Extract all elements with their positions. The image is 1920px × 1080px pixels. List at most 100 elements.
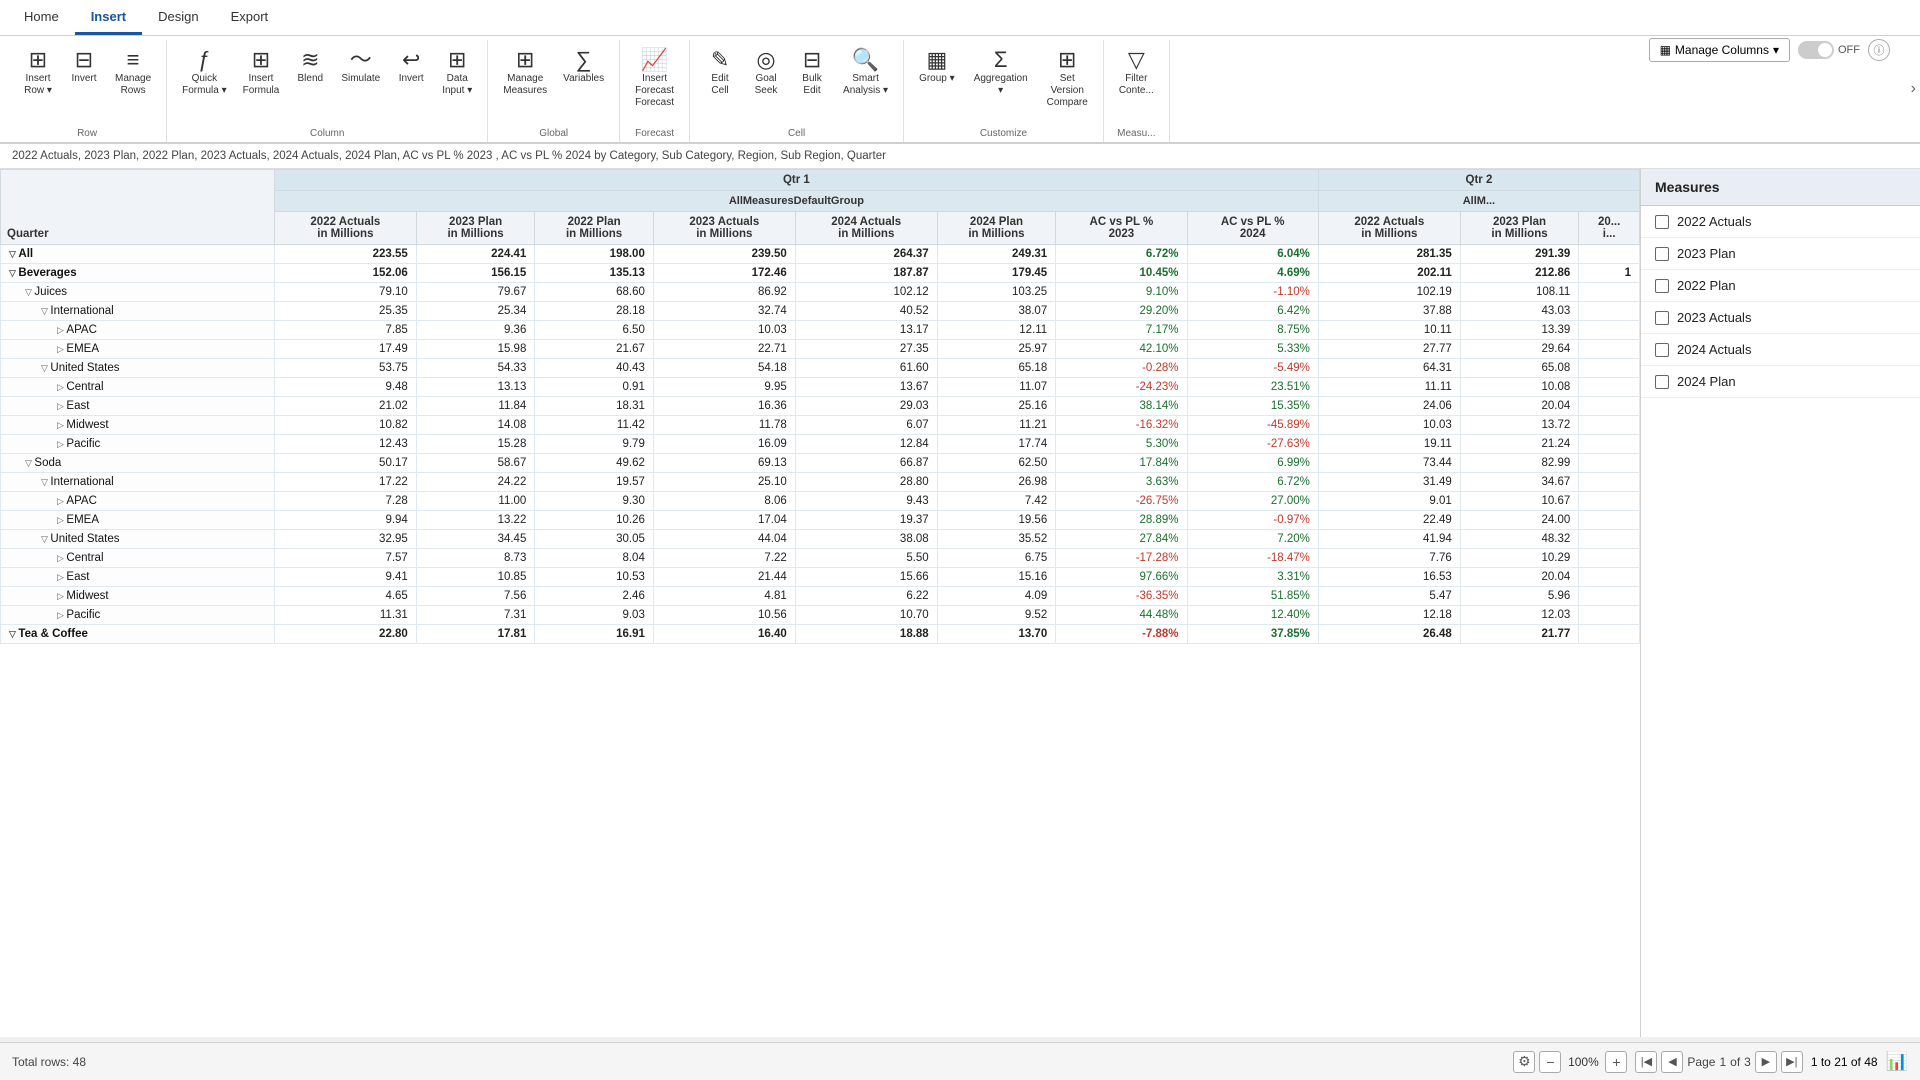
cell-value: 29.20% <box>1056 302 1187 321</box>
zoom-out-btn[interactable]: − <box>1539 1051 1561 1073</box>
cell-value: -45.89% <box>1187 416 1318 435</box>
measure-checkbox[interactable] <box>1655 247 1669 261</box>
page-total: 3 <box>1744 1055 1751 1069</box>
cell-value: 44.48% <box>1056 606 1187 625</box>
cell-value: 25.10 <box>653 473 795 492</box>
table-row: ▷ Midwest4.657.562.464.816.224.09-36.35%… <box>1 587 1640 606</box>
first-page-btn[interactable]: |◀ <box>1635 1051 1657 1073</box>
row-label: ▷ Pacific <box>1 606 275 625</box>
manage-measures-btn[interactable]: ⊞ ManageMeasures <box>496 44 554 102</box>
cell-value: 38.14% <box>1056 397 1187 416</box>
cell-value: 10.82 <box>274 416 416 435</box>
cell-value: 224.41 <box>416 245 535 264</box>
last-page-btn[interactable]: ▶| <box>1781 1051 1803 1073</box>
measure-checkbox[interactable] <box>1655 311 1669 325</box>
cell-value: 21.67 <box>535 340 654 359</box>
manage-rows-btn[interactable]: ≡ ManageRows <box>108 44 158 102</box>
zoom-control: ⚙ − 100% + <box>1513 1051 1627 1073</box>
cell-value: 19.57 <box>535 473 654 492</box>
blend-btn[interactable]: ≋ Blend <box>288 44 332 90</box>
table-row: ▷ Central9.4813.130.919.9513.6711.07-24.… <box>1 378 1640 397</box>
cell-value: 30.05 <box>535 530 654 549</box>
quick-formula-btn[interactable]: ƒ QuickFormula ▾ <box>175 44 233 102</box>
set-version-compare-btn[interactable]: ⊞ SetVersionCompare <box>1040 44 1095 114</box>
cell-value <box>1579 435 1640 454</box>
edit-cell-btn[interactable]: ✎ EditCell <box>698 44 742 102</box>
cell-value: 25.35 <box>274 302 416 321</box>
settings-btn[interactable]: ⚙ <box>1513 1051 1535 1073</box>
zoom-in-btn[interactable]: + <box>1605 1051 1627 1073</box>
cell-value: 2.46 <box>535 587 654 606</box>
insert-forecast-btn[interactable]: 📈 InsertForecastForecast <box>628 44 681 114</box>
cell-value: 17.49 <box>274 340 416 359</box>
aggregation-btn[interactable]: Σ Aggregation ▾ <box>964 44 1038 102</box>
measure-item[interactable]: 2022 Actuals <box>1641 206 1920 238</box>
prev-page-btn[interactable]: ◀ <box>1661 1051 1683 1073</box>
measure-checkbox[interactable] <box>1655 343 1669 357</box>
smart-analysis-btn[interactable]: 🔍 SmartAnalysis ▾ <box>836 44 895 102</box>
table-row: ▷ APAC7.859.366.5010.0313.1712.117.17%8.… <box>1 321 1640 340</box>
row-buttons: ⊞ InsertRow ▾ ⊟ Invert ≡ ManageRows <box>16 40 158 128</box>
table-row: ▷ East21.0211.8418.3116.3629.0325.1638.1… <box>1 397 1640 416</box>
measure-checkbox[interactable] <box>1655 375 1669 389</box>
cell-value: 25.16 <box>937 397 1056 416</box>
cell-value: 6.72% <box>1056 245 1187 264</box>
cell-value: 18.88 <box>795 625 937 644</box>
simulate-btn[interactable]: 〜 Simulate <box>334 44 387 90</box>
next-page-btn[interactable]: ▶ <box>1755 1051 1777 1073</box>
measure-label: 2023 Actuals <box>1677 310 1751 325</box>
status-bar: Total rows: 48 ⚙ − 100% + |◀ ◀ Page 1 of… <box>0 1042 1920 1080</box>
goal-seek-btn[interactable]: ◎ GoalSeek <box>744 44 788 102</box>
cell-value: 21.24 <box>1460 435 1579 454</box>
bulk-edit-btn[interactable]: ⊟ BulkEdit <box>790 44 834 102</box>
tab-design[interactable]: Design <box>142 1 214 35</box>
tab-home[interactable]: Home <box>8 1 75 35</box>
measures-list: 2022 Actuals2023 Plan2022 Plan 2023 Actua… <box>1641 206 1920 398</box>
cell-value <box>1579 530 1640 549</box>
top-right-controls: ▦ Manage Columns ▾ OFF ⓘ <box>1649 38 1890 62</box>
cell-value: 13.72 <box>1460 416 1579 435</box>
insert-row-btn[interactable]: ⊞ InsertRow ▾ <box>16 44 60 102</box>
table-wrap[interactable]: Quarter Qtr 1 Qtr 2 AllMeasuresDefaultGr… <box>0 169 1640 1037</box>
cell-value <box>1579 492 1640 511</box>
manage-columns-btn[interactable]: ▦ Manage Columns ▾ <box>1649 38 1790 62</box>
table-row: ▷ East9.4110.8510.5321.4415.6615.1697.66… <box>1 568 1640 587</box>
col-acvspl2023-qtr1: AC vs PL %2023 <box>1056 212 1187 245</box>
data-input-btn[interactable]: ⊞ DataInput ▾ <box>435 44 479 102</box>
ribbon-expand-btn[interactable]: › <box>1907 76 1920 102</box>
main-content: Quarter Qtr 1 Qtr 2 AllMeasuresDefaultGr… <box>0 169 1920 1037</box>
tab-export[interactable]: Export <box>215 1 285 35</box>
cell-value: 152.06 <box>274 264 416 283</box>
tab-insert[interactable]: Insert <box>75 1 142 35</box>
cell-value: -17.28% <box>1056 549 1187 568</box>
cell-value: 13.70 <box>937 625 1056 644</box>
cell-value: 26.98 <box>937 473 1056 492</box>
measure-item[interactable]: 2022 Plan <box>1641 270 1920 302</box>
cell-value: 28.89% <box>1056 511 1187 530</box>
measure-checkbox[interactable] <box>1655 279 1669 293</box>
measure-item[interactable]: 2023 Plan <box>1641 238 1920 270</box>
measure-item[interactable]: 2024 Actuals <box>1641 334 1920 366</box>
invert-btn[interactable]: ⊟ Invert <box>62 44 106 90</box>
filter-context-btn[interactable]: ▽ FilterConte... <box>1112 44 1161 102</box>
cell-value: 10.29 <box>1460 549 1579 568</box>
group-btn[interactable]: ▦ Group ▾ <box>912 44 962 90</box>
cell-value: 5.33% <box>1187 340 1318 359</box>
cell-value: 5.30% <box>1056 435 1187 454</box>
ribbon: ⊞ InsertRow ▾ ⊟ Invert ≡ ManageRows Row … <box>0 36 1920 144</box>
ribbon-group-forecast: 📈 InsertForecastForecast Forecast <box>620 40 690 142</box>
variables-btn[interactable]: ∑ Variables <box>556 44 611 90</box>
cell-value <box>1579 568 1640 587</box>
measure-item[interactable]: 2024 Plan <box>1641 366 1920 398</box>
cell-value: 18.31 <box>535 397 654 416</box>
cell-value: 5.96 <box>1460 587 1579 606</box>
row-label: ▷ EMEA <box>1 511 275 530</box>
table-row: ▽ All223.55224.41198.00239.50264.37249.3… <box>1 245 1640 264</box>
cell-value: 14.08 <box>416 416 535 435</box>
measure-item[interactable]: 2023 Actuals <box>1641 302 1920 334</box>
insert-formula-btn[interactable]: ⊞ InsertFormula <box>236 44 287 102</box>
off-toggle[interactable] <box>1798 41 1834 59</box>
invert-col-btn[interactable]: ↩ Invert <box>389 44 433 90</box>
info-btn[interactable]: ⓘ <box>1868 39 1890 61</box>
measure-checkbox[interactable] <box>1655 215 1669 229</box>
